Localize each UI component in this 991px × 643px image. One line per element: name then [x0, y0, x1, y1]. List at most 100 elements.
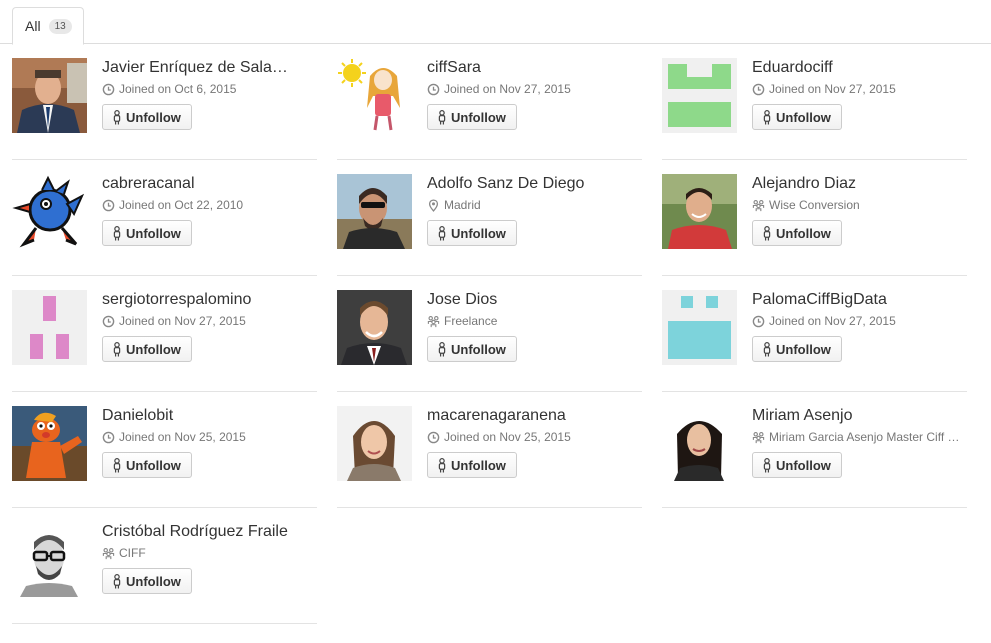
avatar[interactable]: [337, 174, 412, 249]
unfollow-button[interactable]: Unfollow: [427, 220, 517, 246]
unfollow-label: Unfollow: [776, 225, 831, 241]
user-meta-text: Joined on Nov 27, 2015: [444, 82, 571, 96]
unfollow-button[interactable]: Unfollow: [427, 104, 517, 130]
user-name[interactable]: Alejandro Diaz: [752, 174, 952, 194]
user-name[interactable]: Adolfo Sanz De Diego: [427, 174, 627, 194]
clock-icon: [427, 83, 440, 95]
user-meta: Madrid: [427, 197, 642, 213]
person-icon: [438, 225, 446, 241]
avatar[interactable]: [662, 58, 737, 133]
user-meta-text: Wise Conversion: [769, 198, 860, 212]
unfollow-button[interactable]: Unfollow: [752, 336, 842, 362]
avatar[interactable]: [337, 406, 412, 481]
clock-icon: [752, 83, 765, 95]
user-card: Eduardociff Joined on Nov 27, 2015 Unfol…: [662, 44, 967, 160]
avatar[interactable]: [12, 58, 87, 133]
unfollow-button[interactable]: Unfollow: [102, 336, 192, 362]
user-meta: CIFF: [102, 545, 317, 561]
organization-icon: [752, 431, 765, 443]
user-card: Cristóbal Rodríguez Fraile CIFF Unfollow: [12, 508, 317, 624]
user-card: Alejandro Diaz Wise Conversion Unfollow: [662, 160, 967, 276]
tab-all[interactable]: All 13: [12, 7, 84, 45]
unfollow-label: Unfollow: [451, 341, 506, 357]
user-meta-text: CIFF: [119, 546, 146, 560]
tab-label: All: [25, 18, 41, 34]
clock-icon: [752, 315, 765, 327]
user-card: macarenagaranena Joined on Nov 25, 2015 …: [337, 392, 642, 508]
unfollow-label: Unfollow: [126, 341, 181, 357]
user-meta-text: Joined on Nov 27, 2015: [769, 314, 896, 328]
user-meta: Joined on Nov 25, 2015: [427, 429, 642, 445]
unfollow-button[interactable]: Unfollow: [752, 452, 842, 478]
avatar[interactable]: [337, 58, 412, 133]
user-name[interactable]: Jose Dios: [427, 290, 627, 310]
person-icon: [763, 341, 771, 357]
user-name[interactable]: PalomaCiffBigData: [752, 290, 952, 310]
user-name[interactable]: sergiotorrespalomino: [102, 290, 302, 310]
unfollow-label: Unfollow: [776, 109, 831, 125]
user-card: Danielobit Joined on Nov 25, 2015 Unfoll…: [12, 392, 317, 508]
unfollow-button[interactable]: Unfollow: [427, 336, 517, 362]
unfollow-button[interactable]: Unfollow: [752, 220, 842, 246]
user-card: Jose Dios Freelance Unfollow: [337, 276, 642, 392]
user-card: Miriam Asenjo Miriam Garcia Asenjo Maste…: [662, 392, 967, 508]
unfollow-button[interactable]: Unfollow: [102, 452, 192, 478]
user-meta-text: Joined on Nov 27, 2015: [769, 82, 896, 96]
user-meta: Wise Conversion: [752, 197, 967, 213]
user-meta-text: Madrid: [444, 198, 481, 212]
clock-icon: [102, 83, 115, 95]
unfollow-label: Unfollow: [126, 109, 181, 125]
user-name[interactable]: Cristóbal Rodríguez Fraile: [102, 522, 302, 542]
person-icon: [438, 109, 446, 125]
user-meta: Freelance: [427, 313, 642, 329]
user-card: PalomaCiffBigData Joined on Nov 27, 2015…: [662, 276, 967, 392]
user-meta-text: Joined on Nov 25, 2015: [444, 430, 571, 444]
user-meta: Joined on Oct 22, 2010: [102, 197, 317, 213]
unfollow-button[interactable]: Unfollow: [752, 104, 842, 130]
user-meta: Joined on Nov 27, 2015: [427, 81, 642, 97]
avatar[interactable]: [662, 174, 737, 249]
clock-icon: [102, 199, 115, 211]
user-name[interactable]: ciffSara: [427, 58, 627, 78]
user-name[interactable]: Miriam Asenjo: [752, 406, 952, 426]
user-meta-text: Joined on Oct 6, 2015: [119, 82, 237, 96]
organization-icon: [427, 315, 440, 327]
unfollow-button[interactable]: Unfollow: [102, 568, 192, 594]
unfollow-button[interactable]: Unfollow: [427, 452, 517, 478]
user-meta-text: Joined on Nov 25, 2015: [119, 430, 246, 444]
avatar[interactable]: [337, 290, 412, 365]
user-meta: Joined on Nov 25, 2015: [102, 429, 317, 445]
user-name[interactable]: cabreracanal: [102, 174, 302, 194]
user-name[interactable]: Javier Enríquez de Sala…: [102, 58, 302, 78]
user-meta-text: Freelance: [444, 314, 498, 328]
avatar[interactable]: [12, 406, 87, 481]
person-icon: [113, 341, 121, 357]
user-name[interactable]: Eduardociff: [752, 58, 952, 78]
user-meta-text: Joined on Oct 22, 2010: [119, 198, 244, 212]
unfollow-label: Unfollow: [451, 457, 506, 473]
unfollow-label: Unfollow: [776, 457, 831, 473]
avatar[interactable]: [662, 290, 737, 365]
organization-icon: [752, 199, 765, 211]
user-card: Javier Enríquez de Sala… Joined on Oct 6…: [12, 44, 317, 160]
person-icon: [113, 109, 121, 125]
user-meta-text: Joined on Nov 27, 2015: [119, 314, 246, 328]
clock-icon: [102, 431, 115, 443]
person-icon: [113, 573, 121, 589]
avatar[interactable]: [12, 174, 87, 249]
clock-icon: [102, 315, 115, 327]
user-meta: Joined on Oct 6, 2015: [102, 81, 317, 97]
person-icon: [113, 225, 121, 241]
unfollow-label: Unfollow: [126, 457, 181, 473]
user-name[interactable]: macarenagaranena: [427, 406, 627, 426]
organization-icon: [102, 547, 115, 559]
unfollow-button[interactable]: Unfollow: [102, 220, 192, 246]
user-name[interactable]: Danielobit: [102, 406, 302, 426]
avatar[interactable]: [12, 290, 87, 365]
unfollow-label: Unfollow: [126, 225, 181, 241]
user-meta: Miriam Garcia Asenjo Master Ciff …: [752, 429, 967, 445]
clock-icon: [427, 431, 440, 443]
avatar[interactable]: [12, 522, 87, 597]
avatar[interactable]: [662, 406, 737, 481]
unfollow-button[interactable]: Unfollow: [102, 104, 192, 130]
